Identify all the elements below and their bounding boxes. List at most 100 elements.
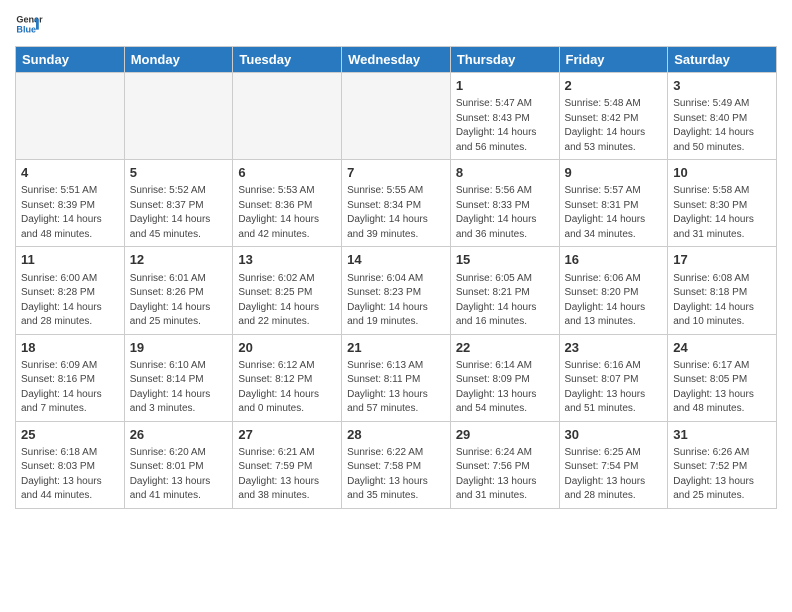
day-number: 29 <box>456 426 554 444</box>
day-number: 24 <box>673 339 771 357</box>
day-info: Sunrise: 6:09 AMSunset: 8:16 PMDaylight:… <box>21 359 119 417</box>
calendar-cell: 29 Sunrise: 6:24 AMSunset: 7:56 PMDayligh… <box>450 421 559 508</box>
day-number: 2 <box>565 77 663 95</box>
calendar-week-2: 4 Sunrise: 5:51 AMSunset: 8:39 PMDaylight… <box>16 160 777 247</box>
day-info: Sunrise: 6:08 AMSunset: 8:18 PMDaylight:… <box>673 272 771 330</box>
day-number: 8 <box>456 164 554 182</box>
day-number: 15 <box>456 251 554 269</box>
day-info: Sunrise: 6:22 AMSunset: 7:58 PMDaylight:… <box>347 446 445 504</box>
day-info: Sunrise: 6:12 AMSunset: 8:12 PMDaylight:… <box>238 359 336 417</box>
calendar-cell: 26 Sunrise: 6:20 AMSunset: 8:01 PMDayligh… <box>124 421 233 508</box>
day-info: Sunrise: 5:57 AMSunset: 8:31 PMDaylight:… <box>565 184 663 242</box>
calendar-header-tuesday: Tuesday <box>233 47 342 73</box>
day-number: 20 <box>238 339 336 357</box>
calendar-cell: 24 Sunrise: 6:17 AMSunset: 8:05 PMDayligh… <box>668 334 777 421</box>
day-number: 5 <box>130 164 228 182</box>
day-number: 18 <box>21 339 119 357</box>
calendar-cell: 15 Sunrise: 6:05 AMSunset: 8:21 PMDayligh… <box>450 247 559 334</box>
calendar-cell: 31Sunrise: 6:26 AMSunset: 7:52 PMDayligh… <box>668 421 777 508</box>
calendar-cell: 10 Sunrise: 5:58 AMSunset: 8:30 PMDayligh… <box>668 160 777 247</box>
day-number: 11 <box>21 251 119 269</box>
calendar-cell: 19 Sunrise: 6:10 AMSunset: 8:14 PMDayligh… <box>124 334 233 421</box>
calendar-cell: 7 Sunrise: 5:55 AMSunset: 8:34 PMDaylight… <box>342 160 451 247</box>
day-info: Sunrise: 6:25 AMSunset: 7:54 PMDaylight:… <box>565 446 663 504</box>
calendar-cell: 11Sunrise: 6:00 AMSunset: 8:28 PMDayligh… <box>16 247 125 334</box>
day-number: 16 <box>565 251 663 269</box>
day-info: Sunrise: 5:53 AMSunset: 8:36 PMDaylight:… <box>238 184 336 242</box>
day-number: 4 <box>21 164 119 182</box>
calendar-header-monday: Monday <box>124 47 233 73</box>
calendar-cell: 17 Sunrise: 6:08 AMSunset: 8:18 PMDayligh… <box>668 247 777 334</box>
calendar-cell: 9 Sunrise: 5:57 AMSunset: 8:31 PMDaylight… <box>559 160 668 247</box>
calendar-header-row: SundayMondayTuesdayWednesdayThursdayFrid… <box>16 47 777 73</box>
day-number: 9 <box>565 164 663 182</box>
calendar-cell: 1 Sunrise: 5:47 AMSunset: 8:43 PMDaylight… <box>450 73 559 160</box>
calendar-table: SundayMondayTuesdayWednesdayThursdayFrid… <box>15 46 777 509</box>
day-number: 17 <box>673 251 771 269</box>
day-number: 12 <box>130 251 228 269</box>
calendar-cell: 21Sunrise: 6:13 AMSunset: 8:11 PMDayligh… <box>342 334 451 421</box>
day-info: Sunrise: 6:10 AMSunset: 8:14 PMDaylight:… <box>130 359 228 417</box>
calendar-week-5: 25 Sunrise: 6:18 AMSunset: 8:03 PMDayligh… <box>16 421 777 508</box>
day-number: 3 <box>673 77 771 95</box>
calendar-cell <box>233 73 342 160</box>
calendar-cell: 2 Sunrise: 5:48 AMSunset: 8:42 PMDaylight… <box>559 73 668 160</box>
calendar-cell: 25 Sunrise: 6:18 AMSunset: 8:03 PMDayligh… <box>16 421 125 508</box>
day-number: 31 <box>673 426 771 444</box>
day-info: Sunrise: 6:21 AMSunset: 7:59 PMDaylight:… <box>238 446 336 504</box>
day-info: Sunrise: 5:56 AMSunset: 8:33 PMDaylight:… <box>456 184 554 242</box>
calendar-cell <box>124 73 233 160</box>
calendar-cell: 27 Sunrise: 6:21 AMSunset: 7:59 PMDayligh… <box>233 421 342 508</box>
day-info: Sunrise: 6:05 AMSunset: 8:21 PMDaylight:… <box>456 272 554 330</box>
day-info: Sunrise: 5:51 AMSunset: 8:39 PMDaylight:… <box>21 184 119 242</box>
calendar-header-wednesday: Wednesday <box>342 47 451 73</box>
svg-text:General: General <box>16 15 43 25</box>
header: General Blue <box>15 10 777 38</box>
day-info: Sunrise: 6:02 AMSunset: 8:25 PMDaylight:… <box>238 272 336 330</box>
day-number: 21 <box>347 339 445 357</box>
day-number: 25 <box>21 426 119 444</box>
day-number: 27 <box>238 426 336 444</box>
day-number: 7 <box>347 164 445 182</box>
day-info: Sunrise: 6:17 AMSunset: 8:05 PMDaylight:… <box>673 359 771 417</box>
day-info: Sunrise: 6:04 AMSunset: 8:23 PMDaylight:… <box>347 272 445 330</box>
calendar-cell: 6 Sunrise: 5:53 AMSunset: 8:36 PMDaylight… <box>233 160 342 247</box>
calendar-week-1: 1 Sunrise: 5:47 AMSunset: 8:43 PMDaylight… <box>16 73 777 160</box>
day-number: 10 <box>673 164 771 182</box>
calendar-cell: 30 Sunrise: 6:25 AMSunset: 7:54 PMDayligh… <box>559 421 668 508</box>
day-number: 30 <box>565 426 663 444</box>
day-info: Sunrise: 5:52 AMSunset: 8:37 PMDaylight:… <box>130 184 228 242</box>
calendar-cell: 3 Sunrise: 5:49 AMSunset: 8:40 PMDaylight… <box>668 73 777 160</box>
calendar-header-thursday: Thursday <box>450 47 559 73</box>
calendar-cell: 18 Sunrise: 6:09 AMSunset: 8:16 PMDayligh… <box>16 334 125 421</box>
page: General Blue SundayMondayTuesdayWednesda… <box>0 0 792 612</box>
day-number: 1 <box>456 77 554 95</box>
day-number: 26 <box>130 426 228 444</box>
day-info: Sunrise: 5:49 AMSunset: 8:40 PMDaylight:… <box>673 97 771 155</box>
calendar-cell: 8 Sunrise: 5:56 AMSunset: 8:33 PMDaylight… <box>450 160 559 247</box>
calendar-cell: 5 Sunrise: 5:52 AMSunset: 8:37 PMDaylight… <box>124 160 233 247</box>
calendar-week-4: 18 Sunrise: 6:09 AMSunset: 8:16 PMDayligh… <box>16 334 777 421</box>
calendar-cell: 28 Sunrise: 6:22 AMSunset: 7:58 PMDayligh… <box>342 421 451 508</box>
day-info: Sunrise: 5:47 AMSunset: 8:43 PMDaylight:… <box>456 97 554 155</box>
day-number: 6 <box>238 164 336 182</box>
calendar-cell: 16 Sunrise: 6:06 AMSunset: 8:20 PMDayligh… <box>559 247 668 334</box>
day-info: Sunrise: 5:55 AMSunset: 8:34 PMDaylight:… <box>347 184 445 242</box>
day-info: Sunrise: 5:58 AMSunset: 8:30 PMDaylight:… <box>673 184 771 242</box>
day-number: 28 <box>347 426 445 444</box>
day-info: Sunrise: 6:24 AMSunset: 7:56 PMDaylight:… <box>456 446 554 504</box>
calendar-header-saturday: Saturday <box>668 47 777 73</box>
day-info: Sunrise: 6:20 AMSunset: 8:01 PMDaylight:… <box>130 446 228 504</box>
day-info: Sunrise: 5:48 AMSunset: 8:42 PMDaylight:… <box>565 97 663 155</box>
calendar-cell: 23Sunrise: 6:16 AMSunset: 8:07 PMDayligh… <box>559 334 668 421</box>
day-number: 13 <box>238 251 336 269</box>
day-info: Sunrise: 6:06 AMSunset: 8:20 PMDaylight:… <box>565 272 663 330</box>
calendar-cell: 13 Sunrise: 6:02 AMSunset: 8:25 PMDayligh… <box>233 247 342 334</box>
calendar-cell: 4 Sunrise: 5:51 AMSunset: 8:39 PMDaylight… <box>16 160 125 247</box>
day-number: 19 <box>130 339 228 357</box>
calendar-header-friday: Friday <box>559 47 668 73</box>
calendar-header-sunday: Sunday <box>16 47 125 73</box>
calendar-cell: 22Sunrise: 6:14 AMSunset: 8:09 PMDayligh… <box>450 334 559 421</box>
day-info: Sunrise: 6:18 AMSunset: 8:03 PMDaylight:… <box>21 446 119 504</box>
svg-text:Blue: Blue <box>16 24 36 34</box>
